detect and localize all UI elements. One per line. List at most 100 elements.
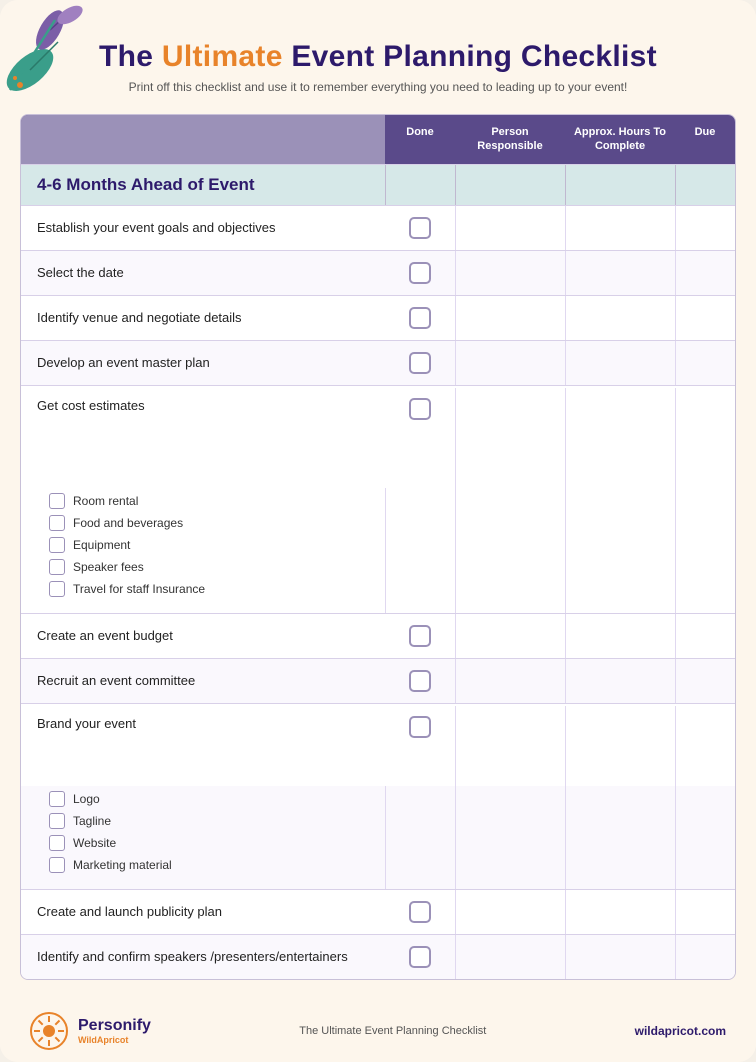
table-row: Identify and confirm speakers /presenter…	[21, 934, 735, 979]
person-6	[455, 614, 565, 658]
checkbox-4[interactable]	[409, 352, 431, 374]
checklist-table: Done Person Responsible Approx. Hours To…	[20, 114, 736, 980]
sub-checkbox-5-3[interactable]	[49, 537, 65, 553]
checkbox-2[interactable]	[409, 262, 431, 284]
person-10	[455, 935, 565, 979]
table-row: Develop an event master plan	[21, 340, 735, 385]
col-hours: Approx. Hours To Complete	[565, 115, 675, 164]
table-row: Select the date	[21, 250, 735, 295]
checkbox-5[interactable]	[409, 398, 431, 420]
subtask-8-4: Marketing material	[21, 854, 385, 881]
sub-checkbox-5-5[interactable]	[49, 581, 65, 597]
hours-2	[565, 251, 675, 295]
page-subtitle: Print off this checklist and use it to r…	[40, 80, 716, 94]
hours-10	[565, 935, 675, 979]
subtask-group-5: Room rental Food and beverages Equipment…	[21, 488, 735, 613]
sub-checkbox-8-3[interactable]	[49, 835, 65, 851]
hours-5	[565, 388, 675, 488]
table-row: Recruit an event committee	[21, 658, 735, 703]
check-1[interactable]	[385, 207, 455, 249]
due-1	[675, 206, 735, 250]
task-1: Establish your event goals and objective…	[21, 210, 385, 245]
hours-4	[565, 341, 675, 385]
check-9[interactable]	[385, 891, 455, 933]
sub-checkbox-8-1[interactable]	[49, 791, 65, 807]
task-8: Brand your event	[21, 706, 385, 735]
checkbox-7[interactable]	[409, 670, 431, 692]
check-8[interactable]	[385, 706, 455, 748]
due-3	[675, 296, 735, 340]
due-7	[675, 659, 735, 703]
task-10: Identify and confirm speakers /presenter…	[21, 939, 385, 974]
subtask-5-3: Equipment	[21, 534, 385, 556]
section-col-due	[675, 165, 735, 205]
task-4: Develop an event master plan	[21, 345, 385, 380]
due-2	[675, 251, 735, 295]
footer-doc-title: The Ultimate Event Planning Checklist	[299, 1025, 486, 1037]
brand-logo-icon	[30, 1012, 68, 1050]
section-col-person	[455, 165, 565, 205]
check-6[interactable]	[385, 615, 455, 657]
subtask-8-1: Logo	[21, 788, 385, 810]
task-9: Create and launch publicity plan	[21, 894, 385, 929]
check-2[interactable]	[385, 252, 455, 294]
due-5	[675, 388, 735, 488]
checkbox-10[interactable]	[409, 946, 431, 968]
task-2: Select the date	[21, 255, 385, 290]
task-3: Identify venue and negotiate details	[21, 300, 385, 335]
hours-9	[565, 890, 675, 934]
check-5[interactable]	[385, 388, 455, 430]
check-7[interactable]	[385, 660, 455, 702]
decorative-leaves	[0, 0, 110, 110]
task-6: Create an event budget	[21, 618, 385, 653]
footer-url: wildapricot.com	[635, 1024, 726, 1038]
sub-checkbox-8-4[interactable]	[49, 857, 65, 873]
checkbox-9[interactable]	[409, 901, 431, 923]
col-done: Done	[385, 115, 455, 164]
subtask-5-4: Speaker fees	[21, 556, 385, 578]
table-row: Get cost estimates	[21, 385, 735, 488]
sub-checkbox-5-2[interactable]	[49, 515, 65, 531]
task-7: Recruit an event committee	[21, 663, 385, 698]
footer: Personify WildApricot The Ultimate Event…	[0, 1000, 756, 1062]
table-row: Brand your event	[21, 703, 735, 786]
subtask-8-2: Tagline	[21, 810, 385, 832]
person-9	[455, 890, 565, 934]
table-row: Establish your event goals and objective…	[21, 205, 735, 250]
col-task	[21, 115, 385, 164]
col-person: Person Responsible	[455, 115, 565, 164]
table-header: Done Person Responsible Approx. Hours To…	[21, 115, 735, 164]
col-due: Due	[675, 115, 735, 164]
check-4[interactable]	[385, 342, 455, 384]
person-1	[455, 206, 565, 250]
person-3	[455, 296, 565, 340]
page-title: The Ultimate Event Planning Checklist	[40, 40, 716, 74]
sub-checkbox-8-2[interactable]	[49, 813, 65, 829]
sub-checkbox-5-4[interactable]	[49, 559, 65, 575]
subtask-5-5: Travel for staff Insurance	[21, 578, 385, 605]
checkbox-1[interactable]	[409, 217, 431, 239]
hours-6	[565, 614, 675, 658]
subtask-5-1: Room rental	[21, 490, 385, 512]
section-label: 4-6 Months Ahead of Event	[21, 165, 385, 205]
person-5	[455, 388, 565, 488]
check-10[interactable]	[385, 936, 455, 978]
due-4	[675, 341, 735, 385]
due-8	[675, 706, 735, 786]
hours-7	[565, 659, 675, 703]
person-8	[455, 706, 565, 786]
due-6	[675, 614, 735, 658]
sub-checkbox-5-1[interactable]	[49, 493, 65, 509]
person-4	[455, 341, 565, 385]
checkbox-6[interactable]	[409, 625, 431, 647]
hours-8	[565, 706, 675, 786]
task-5: Get cost estimates	[21, 388, 385, 417]
section-col-done	[385, 165, 455, 205]
person-2	[455, 251, 565, 295]
brand-name: Personify	[78, 1017, 151, 1035]
checkbox-3[interactable]	[409, 307, 431, 329]
checkbox-8[interactable]	[409, 716, 431, 738]
check-3[interactable]	[385, 297, 455, 339]
subtask-5-2: Food and beverages	[21, 512, 385, 534]
table-row: Create and launch publicity plan	[21, 889, 735, 934]
